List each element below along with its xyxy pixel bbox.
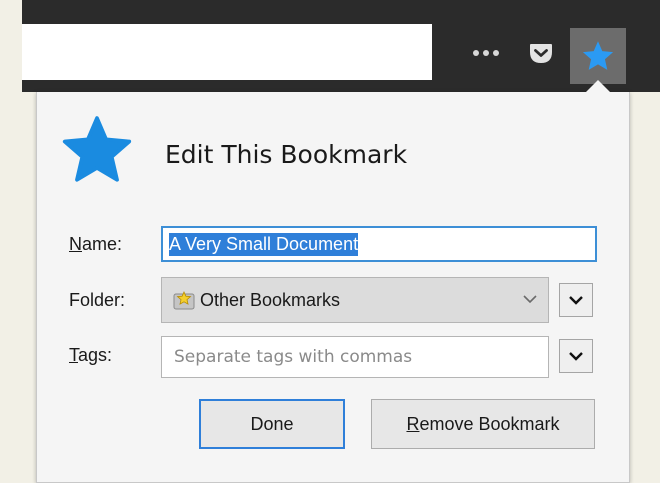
tags-input-wrapper[interactable] bbox=[161, 336, 549, 378]
pocket-icon bbox=[530, 44, 552, 63]
done-button[interactable]: Done bbox=[199, 399, 345, 449]
panel-arrow bbox=[585, 80, 611, 93]
folder-select[interactable]: Other Bookmarks bbox=[161, 277, 549, 323]
tags-expander[interactable] bbox=[559, 339, 593, 373]
name-value: A Very Small Document bbox=[169, 232, 359, 256]
remove-bookmark-button[interactable]: Remove Bookmark bbox=[371, 399, 595, 449]
chevron-down-icon bbox=[523, 295, 537, 304]
name-input[interactable]: A Very Small Document bbox=[161, 226, 597, 262]
folder-star-icon bbox=[173, 291, 195, 310]
bookmark-star-button[interactable] bbox=[570, 28, 626, 84]
url-bar[interactable] bbox=[22, 24, 432, 80]
name-label: Name: bbox=[69, 234, 123, 254]
star-icon bbox=[582, 41, 614, 70]
star-icon bbox=[62, 116, 132, 182]
folder-tree-expander[interactable] bbox=[559, 283, 593, 317]
folder-value: Other Bookmarks bbox=[200, 289, 341, 310]
page-actions-button[interactable] bbox=[466, 40, 506, 66]
tags-label: Tags: bbox=[69, 345, 113, 365]
more-icon bbox=[471, 50, 501, 56]
panel-title: Edit This Bookmark bbox=[165, 140, 408, 169]
tags-input[interactable] bbox=[172, 346, 536, 368]
folder-label: Folder: bbox=[69, 290, 126, 310]
edit-bookmark-panel: Edit This Bookmark Name: A Very Small Do… bbox=[36, 92, 630, 483]
chevron-down-icon bbox=[569, 296, 583, 305]
chevron-down-icon bbox=[569, 352, 583, 361]
pocket-button[interactable] bbox=[526, 38, 556, 68]
